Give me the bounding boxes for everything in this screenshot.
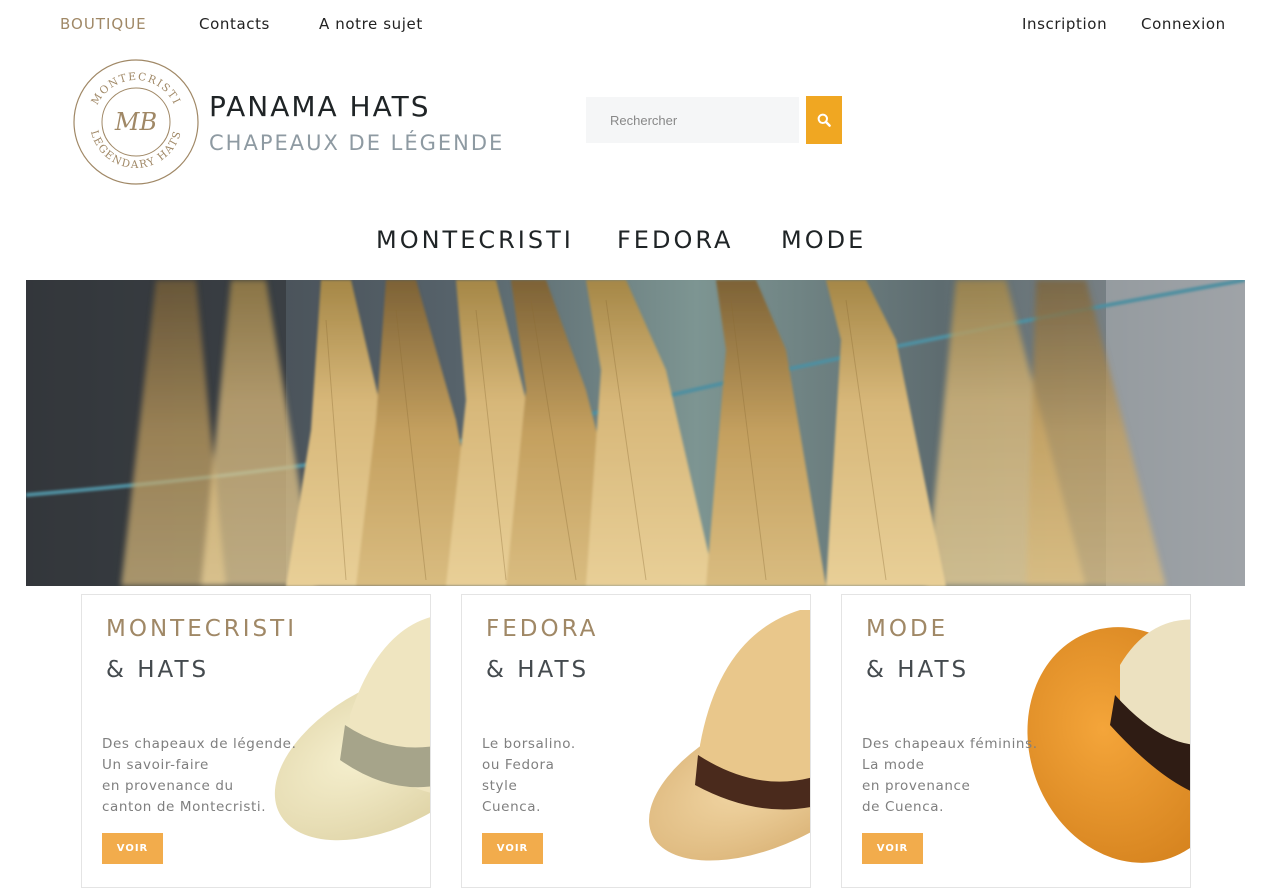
card-description: Des chapeaux féminins. La mode en proven… (862, 734, 1038, 818)
card-desc-line: en provenance (862, 778, 971, 794)
card-subtitle: & HATS (486, 657, 590, 683)
fedora-hat-image (649, 610, 810, 861)
logo-seal: MONTECRISTI LEGENDARY HATS MB (73, 59, 199, 185)
card-title: MODE (866, 616, 949, 642)
card-desc-line: ou Fedora (482, 757, 555, 773)
card-desc-line: en provenance du (102, 778, 234, 794)
search-icon (817, 113, 831, 127)
voir-button[interactable]: VOIR (102, 833, 163, 864)
logo-monogram: MB (114, 108, 157, 136)
card-montecristi: MONTECRISTI & HATS Des chapeaux de légen… (81, 594, 431, 888)
card-desc-line: Un savoir-faire (102, 757, 209, 773)
card-desc-line: Des chapeaux de légende. (102, 736, 297, 752)
topnav-about[interactable]: A notre sujet (319, 15, 423, 33)
topnav-boutique[interactable]: BOUTIQUE (60, 15, 147, 33)
card-title: FEDORA (486, 616, 599, 642)
card-subtitle: & HATS (106, 657, 210, 683)
card-desc-line: de Cuenca. (862, 799, 944, 815)
card-fedora: FEDORA & HATS Le borsalino. ou Fedora st… (461, 594, 811, 888)
logo[interactable]: MONTECRISTI LEGENDARY HATS MB (72, 58, 200, 186)
voir-button[interactable]: VOIR (862, 833, 923, 864)
svg-text:MONTECRISTI: MONTECRISTI (89, 71, 183, 107)
card-mode: MODE & HATS Des chapeaux féminins. La mo… (841, 594, 1191, 888)
card-desc-line: style (482, 778, 518, 794)
card-desc-line: Cuenca. (482, 799, 542, 815)
brand-title: PANAMA HATS (209, 90, 431, 123)
search-input[interactable] (586, 97, 799, 143)
mainnav-mode[interactable]: MODE (781, 226, 866, 254)
hero-banner (26, 280, 1245, 586)
card-desc-line: Des chapeaux féminins. (862, 736, 1038, 752)
search-button[interactable] (806, 96, 842, 144)
voir-button[interactable]: VOIR (482, 833, 543, 864)
card-desc-line: La mode (862, 757, 925, 773)
search-box (586, 97, 799, 143)
topnav-signup[interactable]: Inscription (1022, 15, 1107, 33)
card-subtitle: & HATS (866, 657, 970, 683)
brand-subtitle: CHAPEAUX DE LÉGENDE (209, 131, 505, 155)
card-description: Des chapeaux de légende. Un savoir-faire… (102, 734, 296, 818)
mainnav-fedora[interactable]: FEDORA (617, 226, 733, 254)
logo-top-text: MONTECRISTI (89, 71, 181, 107)
card-desc-line: canton de Montecristi. (102, 799, 267, 815)
hero-image-drying-straw (26, 280, 1245, 586)
topnav-login[interactable]: Connexion (1141, 15, 1226, 33)
topnav-contacts[interactable]: Contacts (199, 15, 270, 33)
card-description: Le borsalino. ou Fedora style Cuenca. (482, 734, 576, 818)
mainnav-montecristi[interactable]: MONTECRISTI (376, 226, 574, 254)
card-desc-line: Le borsalino. (482, 736, 576, 752)
card-title: MONTECRISTI (106, 616, 297, 642)
top-bar: BOUTIQUE Contacts A notre sujet Inscript… (0, 0, 1271, 50)
